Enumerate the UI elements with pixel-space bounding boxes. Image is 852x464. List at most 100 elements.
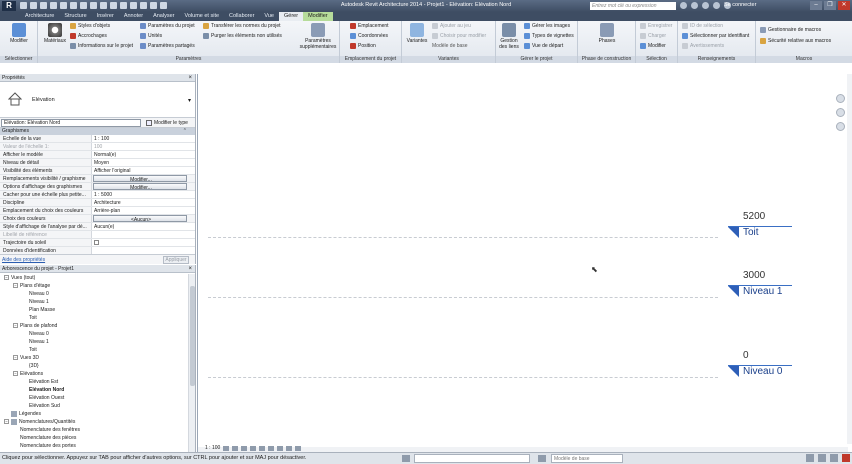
modify-button[interactable]: Modifier bbox=[6, 23, 32, 44]
main-model-combo[interactable]: Modèle de base bbox=[432, 43, 468, 49]
visual-style-icon[interactable] bbox=[232, 445, 239, 451]
property-row[interactable]: Style d'affichage de l'analyse par dé...… bbox=[0, 223, 195, 231]
property-value[interactable]: 100 bbox=[92, 143, 195, 150]
shared-params-button[interactable]: Paramètres partagés bbox=[140, 43, 195, 49]
open-icon[interactable] bbox=[20, 2, 27, 9]
property-value[interactable]: Normal(e) bbox=[92, 151, 195, 158]
property-value[interactable]: Architecture bbox=[92, 199, 195, 206]
tree-item[interactable]: − Plans d'étage bbox=[0, 282, 188, 290]
worksets-icon[interactable] bbox=[402, 455, 410, 462]
tree-item[interactable]: {3D} bbox=[0, 362, 188, 370]
tab-structure[interactable]: Structure bbox=[59, 12, 91, 21]
close-icon[interactable]: × bbox=[188, 265, 192, 273]
macro-manager-button[interactable]: Gestionnaire de macros bbox=[760, 27, 821, 33]
property-edit-button[interactable]: Modifier... bbox=[93, 183, 187, 190]
star-icon[interactable] bbox=[713, 2, 720, 9]
property-row[interactable]: Libellé de référence bbox=[0, 231, 195, 239]
property-edit-button[interactable]: Modifier... bbox=[93, 175, 187, 182]
property-value[interactable] bbox=[92, 239, 195, 246]
level-elevation-niveau-0[interactable]: 0 bbox=[743, 350, 749, 361]
drawing-canvas[interactable]: 5200 Toit 3000 Niveau 1 0 Niveau 0 ⬉ bbox=[197, 74, 852, 452]
redo-icon[interactable] bbox=[50, 2, 57, 9]
level-elevation-toit[interactable]: 5200 bbox=[743, 211, 765, 222]
editable-only-icon[interactable] bbox=[830, 454, 838, 462]
design-option-icon[interactable] bbox=[538, 455, 546, 462]
save-icon[interactable] bbox=[30, 2, 37, 9]
minimize-button[interactable]: – bbox=[810, 1, 822, 10]
tree-item[interactable]: Nomenclature des fenêtres bbox=[0, 426, 188, 434]
property-value[interactable] bbox=[92, 247, 195, 254]
additional-settings-button[interactable]: Paramètres supplémentaires bbox=[298, 23, 338, 50]
property-row[interactable]: Emplacement du choix des couleurs Arrière… bbox=[0, 207, 195, 215]
property-row[interactable]: Trajectoire du soleil bbox=[0, 239, 195, 247]
tab-architecture[interactable]: Architecture bbox=[20, 12, 59, 21]
tree-item[interactable]: Elévation Nord bbox=[0, 386, 188, 394]
maximize-button[interactable]: ❐ bbox=[824, 1, 836, 10]
location-button[interactable]: Emplacement bbox=[350, 23, 389, 29]
press-drag-icon[interactable] bbox=[806, 454, 814, 462]
edit-type-button[interactable]: Modifier le type bbox=[146, 119, 188, 127]
property-row[interactable]: Options d'affichage des graphismes Modifi… bbox=[0, 183, 195, 191]
close-hidden-windows-icon[interactable] bbox=[140, 2, 147, 9]
instance-selector[interactable]: Elévation: Elévation Nord bbox=[1, 119, 141, 127]
tree-item[interactable]: Elévation Est bbox=[0, 378, 188, 386]
tag-icon[interactable] bbox=[90, 2, 97, 9]
property-row[interactable]: Discipline Architecture bbox=[0, 199, 195, 207]
tab-view[interactable]: Vue bbox=[259, 12, 279, 21]
sun-path-icon[interactable] bbox=[241, 445, 248, 451]
units-button[interactable]: Unités bbox=[140, 33, 162, 39]
close-icon[interactable]: × bbox=[188, 74, 192, 82]
search-icon[interactable] bbox=[680, 2, 687, 9]
purge-button[interactable]: Purger les éléments non utilisés bbox=[203, 33, 282, 39]
level-line-toit[interactable] bbox=[208, 237, 718, 238]
thin-lines-icon[interactable] bbox=[130, 2, 137, 9]
application-menu-button[interactable]: R bbox=[2, 1, 16, 11]
tab-manage[interactable]: Gérer bbox=[279, 12, 304, 21]
tree-item[interactable]: Niveau 0 bbox=[0, 290, 188, 298]
type-selector[interactable]: Elévation ▾ bbox=[0, 82, 195, 118]
print-icon[interactable] bbox=[60, 2, 67, 9]
property-row[interactable]: Afficher le modèle Normal(e) bbox=[0, 151, 195, 159]
crop-view-icon[interactable] bbox=[259, 445, 266, 451]
materials-button[interactable]: Matériaux bbox=[42, 23, 68, 44]
shadows-icon[interactable] bbox=[250, 445, 257, 451]
tree-item[interactable]: Légendes bbox=[0, 410, 188, 418]
level-line-niveau-1[interactable] bbox=[208, 297, 718, 298]
tree-item[interactable]: − Elévations bbox=[0, 370, 188, 378]
save-selection-button[interactable]: Enregistrer bbox=[640, 23, 672, 29]
filter-icon[interactable] bbox=[818, 454, 826, 462]
3d-view-icon[interactable] bbox=[110, 2, 117, 9]
steering-wheel-icon[interactable] bbox=[836, 94, 845, 103]
edit-selection-button[interactable]: Modifier bbox=[640, 43, 666, 49]
tree-item[interactable]: Toit bbox=[0, 346, 188, 354]
canvas-vertical-scrollbar[interactable] bbox=[847, 74, 852, 444]
level-line-niveau-0[interactable] bbox=[208, 377, 718, 378]
sun-path-checkbox[interactable] bbox=[94, 240, 99, 245]
expand-toggle-icon[interactable]: − bbox=[13, 371, 18, 377]
communication-icon[interactable] bbox=[702, 2, 709, 9]
view-scale[interactable]: 1 : 100 bbox=[205, 444, 220, 452]
coordinates-button[interactable]: Coordonnées bbox=[350, 33, 388, 39]
subscription-icon[interactable] bbox=[691, 2, 698, 9]
decal-types-button[interactable]: Types de vignettes bbox=[524, 33, 574, 39]
tree-item[interactable]: Toit bbox=[0, 314, 188, 322]
scrollbar-thumb[interactable] bbox=[190, 286, 195, 386]
dimension-icon[interactable] bbox=[80, 2, 87, 9]
close-button[interactable]: ✕ bbox=[838, 1, 850, 10]
tab-annotate[interactable]: Annoter bbox=[119, 12, 148, 21]
ids-of-selection-button[interactable]: ID de sélection bbox=[682, 23, 723, 29]
snaps-button[interactable]: Accrochages bbox=[70, 33, 107, 39]
tree-item[interactable]: − Vues 3D bbox=[0, 354, 188, 362]
tree-item[interactable]: Nomenclature des pièces bbox=[0, 434, 188, 442]
property-value[interactable]: 1 : 5000 bbox=[92, 191, 195, 198]
manage-links-button[interactable]: Gestion des liens bbox=[497, 23, 521, 50]
level-name-toit[interactable]: Toit bbox=[743, 227, 759, 238]
expand-toggle-icon[interactable]: − bbox=[4, 419, 9, 425]
record-icon[interactable] bbox=[842, 454, 850, 462]
phases-button[interactable]: Phases bbox=[594, 23, 620, 44]
property-row[interactable]: Valeur de l'échelle 1: 100 bbox=[0, 143, 195, 151]
zoom-icon[interactable] bbox=[836, 108, 845, 117]
tab-modify[interactable]: Modifier bbox=[303, 12, 333, 21]
position-button[interactable]: Position bbox=[350, 43, 376, 49]
detail-level-icon[interactable] bbox=[223, 445, 230, 451]
